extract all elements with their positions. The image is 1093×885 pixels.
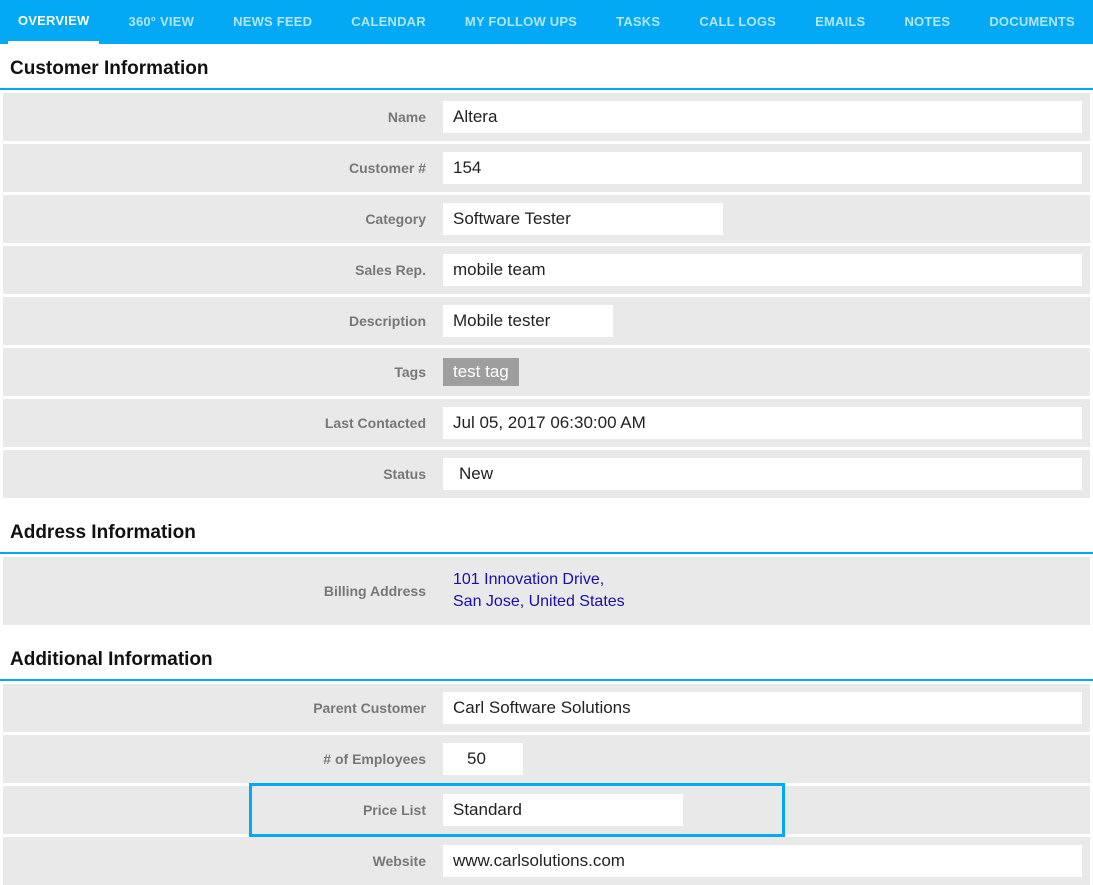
row-category: Category Software Tester [3,195,1090,243]
row-name: Name Altera [3,93,1090,141]
value-name[interactable]: Altera [443,101,1082,133]
value-last-contacted[interactable]: Jul 05, 2017 06:30:00 AM [443,407,1082,439]
row-customer-number: Customer # 154 [3,144,1090,192]
label-employees: # of Employees [3,735,440,783]
billing-address-line2: San Jose, United States [453,593,625,610]
value-billing-address[interactable]: 101 Innovation Drive, San Jose, United S… [443,565,635,617]
value-cell-sales-rep: mobile team [440,246,1090,294]
label-website: Website [3,837,440,885]
tab-bar: OVERVIEW 360° VIEW NEWS FEED CALENDAR MY… [0,0,1093,44]
value-cell-status: New [440,450,1090,498]
tab-documents[interactable]: DOCUMENTS [979,0,1085,44]
row-employees: # of Employees 50 [3,735,1090,783]
label-description: Description [3,297,440,345]
row-price-list: Price List Standard [3,786,1090,834]
row-status: Status New [3,450,1090,498]
value-price-list[interactable]: Standard [443,794,683,826]
label-customer-number: Customer # [3,144,440,192]
row-tags: Tags test tag [3,348,1090,396]
label-parent-customer: Parent Customer [3,684,440,732]
value-customer-number[interactable]: 154 [443,152,1082,184]
value-cell-website: www.carlsolutions.com [440,837,1090,885]
value-cell-last-contacted: Jul 05, 2017 06:30:00 AM [440,399,1090,447]
row-last-contacted: Last Contacted Jul 05, 2017 06:30:00 AM [3,399,1090,447]
section-title-address-information: Address Information [0,508,1093,554]
value-cell-price-list: Standard [440,786,1090,834]
value-category[interactable]: Software Tester [443,203,723,235]
tab-overview[interactable]: OVERVIEW [8,0,99,44]
value-description[interactable]: Mobile tester [443,305,613,337]
label-tags: Tags [3,348,440,396]
label-price-list: Price List [3,786,440,834]
tab-emails[interactable]: EMAILS [805,0,875,44]
tab-notes[interactable]: NOTES [894,0,960,44]
value-cell-parent-customer: Carl Software Solutions [440,684,1090,732]
value-status[interactable]: New [443,458,1082,490]
label-last-contacted: Last Contacted [3,399,440,447]
value-sales-rep[interactable]: mobile team [443,254,1082,286]
value-cell-category: Software Tester [440,195,1090,243]
billing-address-line1: 101 Innovation Drive, [453,571,604,588]
label-name: Name [3,93,440,141]
tab-calendar[interactable]: CALENDAR [341,0,436,44]
label-billing-address: Billing Address [3,557,440,625]
section-title-customer-information: Customer Information [0,44,1093,90]
row-billing-address: Billing Address 101 Innovation Drive, Sa… [3,557,1090,625]
value-cell-customer-number: 154 [440,144,1090,192]
tag-chip[interactable]: test tag [443,358,519,386]
tab-call-logs[interactable]: CALL LOGS [689,0,786,44]
label-category: Category [3,195,440,243]
row-sales-rep: Sales Rep. mobile team [3,246,1090,294]
tab-news-feed[interactable]: NEWS FEED [223,0,322,44]
row-description: Description Mobile tester [3,297,1090,345]
value-cell-employees: 50 [440,735,1090,783]
value-cell-billing-address: 101 Innovation Drive, San Jose, United S… [440,557,1090,625]
value-cell-description: Mobile tester [440,297,1090,345]
value-website[interactable]: www.carlsolutions.com [443,845,1082,877]
value-cell-tags: test tag [440,348,1090,396]
label-status: Status [3,450,440,498]
label-sales-rep: Sales Rep. [3,246,440,294]
tab-my-follow-ups[interactable]: MY FOLLOW UPS [455,0,587,44]
row-website: Website www.carlsolutions.com [3,837,1090,885]
value-employees[interactable]: 50 [443,743,523,775]
row-parent-customer: Parent Customer Carl Software Solutions [3,684,1090,732]
value-cell-name: Altera [440,93,1090,141]
section-title-additional-information: Additional Information [0,635,1093,681]
tab-tasks[interactable]: TASKS [606,0,670,44]
tab-360-view[interactable]: 360° VIEW [119,0,205,44]
value-parent-customer[interactable]: Carl Software Solutions [443,692,1082,724]
